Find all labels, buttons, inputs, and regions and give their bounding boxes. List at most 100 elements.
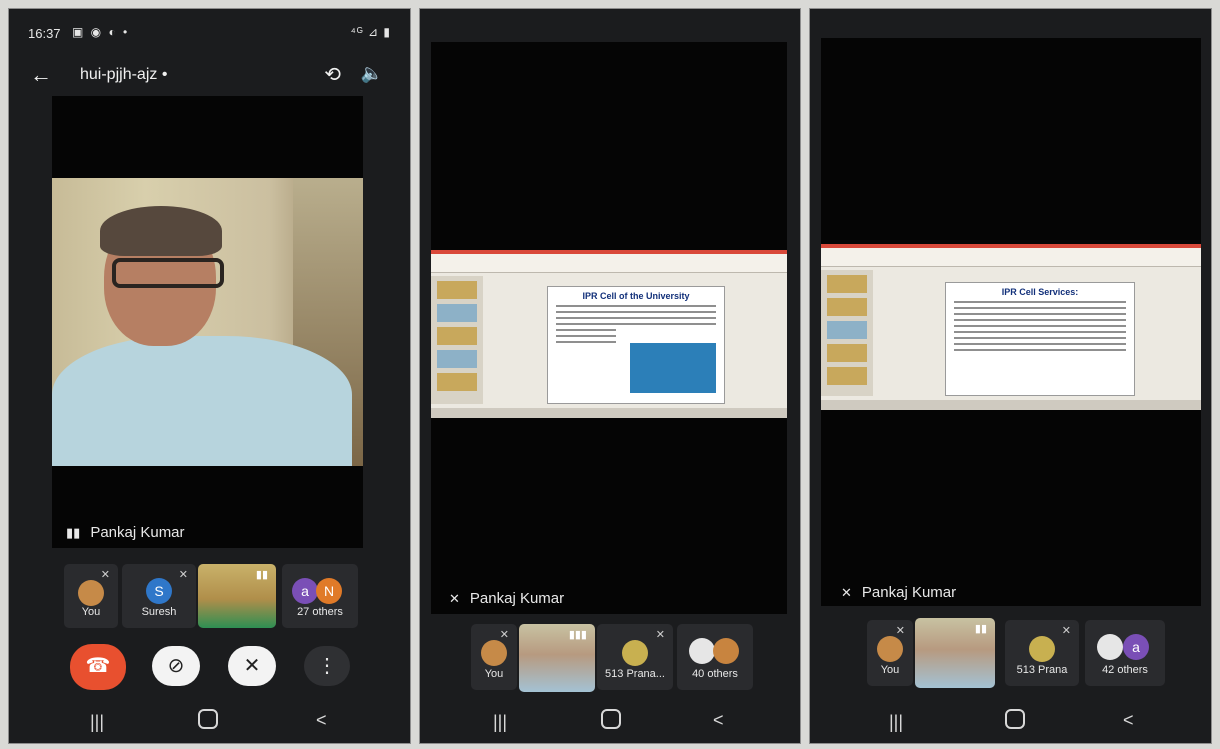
participant-tile-video[interactable]: ▮▮ xyxy=(198,564,276,628)
participant-tile-you[interactable]: ✕ You xyxy=(867,620,913,686)
speaking-indicator-icon: ▮▮ xyxy=(66,525,81,540)
back-icon[interactable]: < xyxy=(1123,710,1134,731)
home-icon[interactable] xyxy=(198,709,218,729)
participant-tile-you[interactable]: ✕ You xyxy=(471,624,517,690)
camera-off-button[interactable]: ⊘ xyxy=(152,646,200,686)
recents-icon[interactable]: ||| xyxy=(889,712,903,733)
slide-title: IPR Cell of the University xyxy=(582,291,690,301)
slide-info-box xyxy=(630,343,716,393)
main-speaker-area: IPR Cell of the University ✕ Pankaj Kumar xyxy=(431,42,787,614)
avatar xyxy=(1029,636,1055,662)
participant-name: 42 others xyxy=(1102,664,1148,676)
back-icon[interactable]: < xyxy=(316,710,327,731)
speaker-video xyxy=(52,178,363,466)
speaker-name-tag: ▮▮ Pankaj Kumar xyxy=(66,524,185,541)
mic-off-icon: ✕ xyxy=(895,625,905,637)
speaker-name-tag: ✕ Pankaj Kumar xyxy=(449,590,564,607)
participant-name: 513 Prana xyxy=(1016,664,1068,676)
participant-name: 27 others xyxy=(297,606,343,618)
avatar xyxy=(481,640,507,666)
avatar xyxy=(689,638,715,664)
participant-tile-prana[interactable]: ✕ 513 Prana xyxy=(1005,620,1079,686)
participant-name: You xyxy=(81,606,101,618)
avatar: N xyxy=(316,578,342,604)
presentation-slide: IPR Cell of the University xyxy=(547,286,725,404)
speaker-name: Pankaj Kumar xyxy=(469,590,565,607)
avatar xyxy=(877,636,903,662)
home-icon[interactable] xyxy=(1005,709,1025,729)
participant-name: You xyxy=(484,668,504,680)
signal-battery-icons: ⁴ᴳ ⊿ ▮ xyxy=(350,25,391,39)
avatar: a xyxy=(292,578,318,604)
mic-off-icon: ✕ xyxy=(178,569,188,581)
participant-name: You xyxy=(880,664,900,676)
notification-icons: ▣ ◉ ◐ • xyxy=(72,25,130,39)
back-icon[interactable]: < xyxy=(713,710,724,731)
avatar xyxy=(622,640,648,666)
recents-icon[interactable]: ||| xyxy=(90,712,104,733)
slide-title: IPR Cell Services: xyxy=(1001,287,1079,297)
recents-icon[interactable]: ||| xyxy=(493,712,507,733)
participant-tile-video[interactable]: ▮▮ xyxy=(915,618,995,688)
presentation-slide: IPR Cell Services: xyxy=(945,282,1135,396)
avatar: S xyxy=(146,578,172,604)
android-nav-bar: ||| < xyxy=(419,704,801,744)
avatar xyxy=(78,580,104,606)
participant-tile-you[interactable]: ✕ You xyxy=(64,564,118,628)
participant-tile-others[interactable]: 40 others xyxy=(677,624,753,690)
audio-indicator-icon: ▮▮ xyxy=(255,569,268,581)
mic-off-button[interactable]: ✕ xyxy=(228,646,276,686)
app-ribbon xyxy=(431,254,787,273)
participant-name: Suresh xyxy=(141,606,177,618)
participant-name: 513 Prana... xyxy=(605,668,665,680)
avatar xyxy=(1097,634,1123,660)
mic-off-icon: ✕ xyxy=(1061,625,1071,637)
main-speaker-area: IPR Cell Services: ✕ Pankaj Kumar xyxy=(821,38,1201,606)
switch-camera-icon[interactable]: ⟲ xyxy=(324,62,341,87)
screen-share: IPR Cell Services: xyxy=(821,244,1201,410)
status-bar: 16:37 ▣ ◉ ◐ • ⁴ᴳ ⊿ ▮ xyxy=(8,8,411,54)
participant-name: 40 others xyxy=(692,668,738,680)
android-nav-bar: ||| < xyxy=(809,704,1212,744)
mic-off-icon: ✕ xyxy=(655,629,665,641)
app-ribbon xyxy=(821,248,1201,267)
participant-tile-others[interactable]: a N 27 others xyxy=(282,564,358,628)
mic-off-icon: ✕ xyxy=(100,569,110,581)
speaker-name: Pankaj Kumar xyxy=(90,524,185,541)
avatar: a xyxy=(1123,634,1149,660)
participant-tile-suresh[interactable]: S ✕ Suresh xyxy=(122,564,196,628)
mic-off-icon: ✕ xyxy=(499,629,509,641)
participant-tile-prana[interactable]: ✕ 513 Prana... xyxy=(597,624,673,690)
speaker-name-tag: ✕ Pankaj Kumar xyxy=(841,584,956,601)
presenter-shirt xyxy=(52,336,352,466)
home-icon[interactable] xyxy=(601,709,621,729)
phone-screen-2: IPR Cell of the University ✕ Pankaj Kumar… xyxy=(419,8,801,744)
screen-share: IPR Cell of the University xyxy=(431,250,787,418)
meeting-top-bar: ← hui-pjjh-ajz • ⟲ 🔈 xyxy=(8,54,411,98)
more-options-button[interactable]: ⋮ xyxy=(304,646,350,686)
presenter-glasses xyxy=(112,258,224,288)
participant-tile-others[interactable]: a 42 others xyxy=(1085,620,1165,686)
slide-thumbnails xyxy=(431,276,483,404)
speaker-name: Pankaj Kumar xyxy=(861,584,957,601)
phone-screen-1: 16:37 ▣ ◉ ◐ • ⁴ᴳ ⊿ ▮ ← hui-pjjh-ajz • ⟲ … xyxy=(8,8,411,744)
end-call-button[interactable]: ☎ xyxy=(70,644,126,690)
app-status-strip xyxy=(821,400,1201,410)
audio-indicator-icon: ▮▮▮ xyxy=(568,629,587,641)
slide-thumbnails xyxy=(821,270,873,396)
audio-indicator-icon: ▮▮ xyxy=(974,623,987,635)
speaker-icon[interactable]: 🔈 xyxy=(361,63,383,84)
presenter-hair xyxy=(100,206,222,256)
app-status-strip xyxy=(431,408,787,418)
slide-text xyxy=(548,305,724,343)
phone-screen-3: IPR Cell Services: ✕ Pankaj Kumar ✕ You ▮… xyxy=(809,8,1212,744)
status-time: 16:37 xyxy=(28,26,61,41)
participant-tile-video[interactable]: ▮▮▮ xyxy=(519,624,595,692)
back-arrow-icon[interactable]: ← xyxy=(30,62,52,88)
main-speaker-area: ▮▮ Pankaj Kumar xyxy=(52,96,363,548)
android-nav-bar: ||| < xyxy=(8,704,411,744)
meeting-code: hui-pjjh-ajz • xyxy=(80,66,168,83)
mic-off-icon: ✕ xyxy=(449,591,460,606)
avatar xyxy=(713,638,739,664)
slide-text xyxy=(946,301,1134,351)
